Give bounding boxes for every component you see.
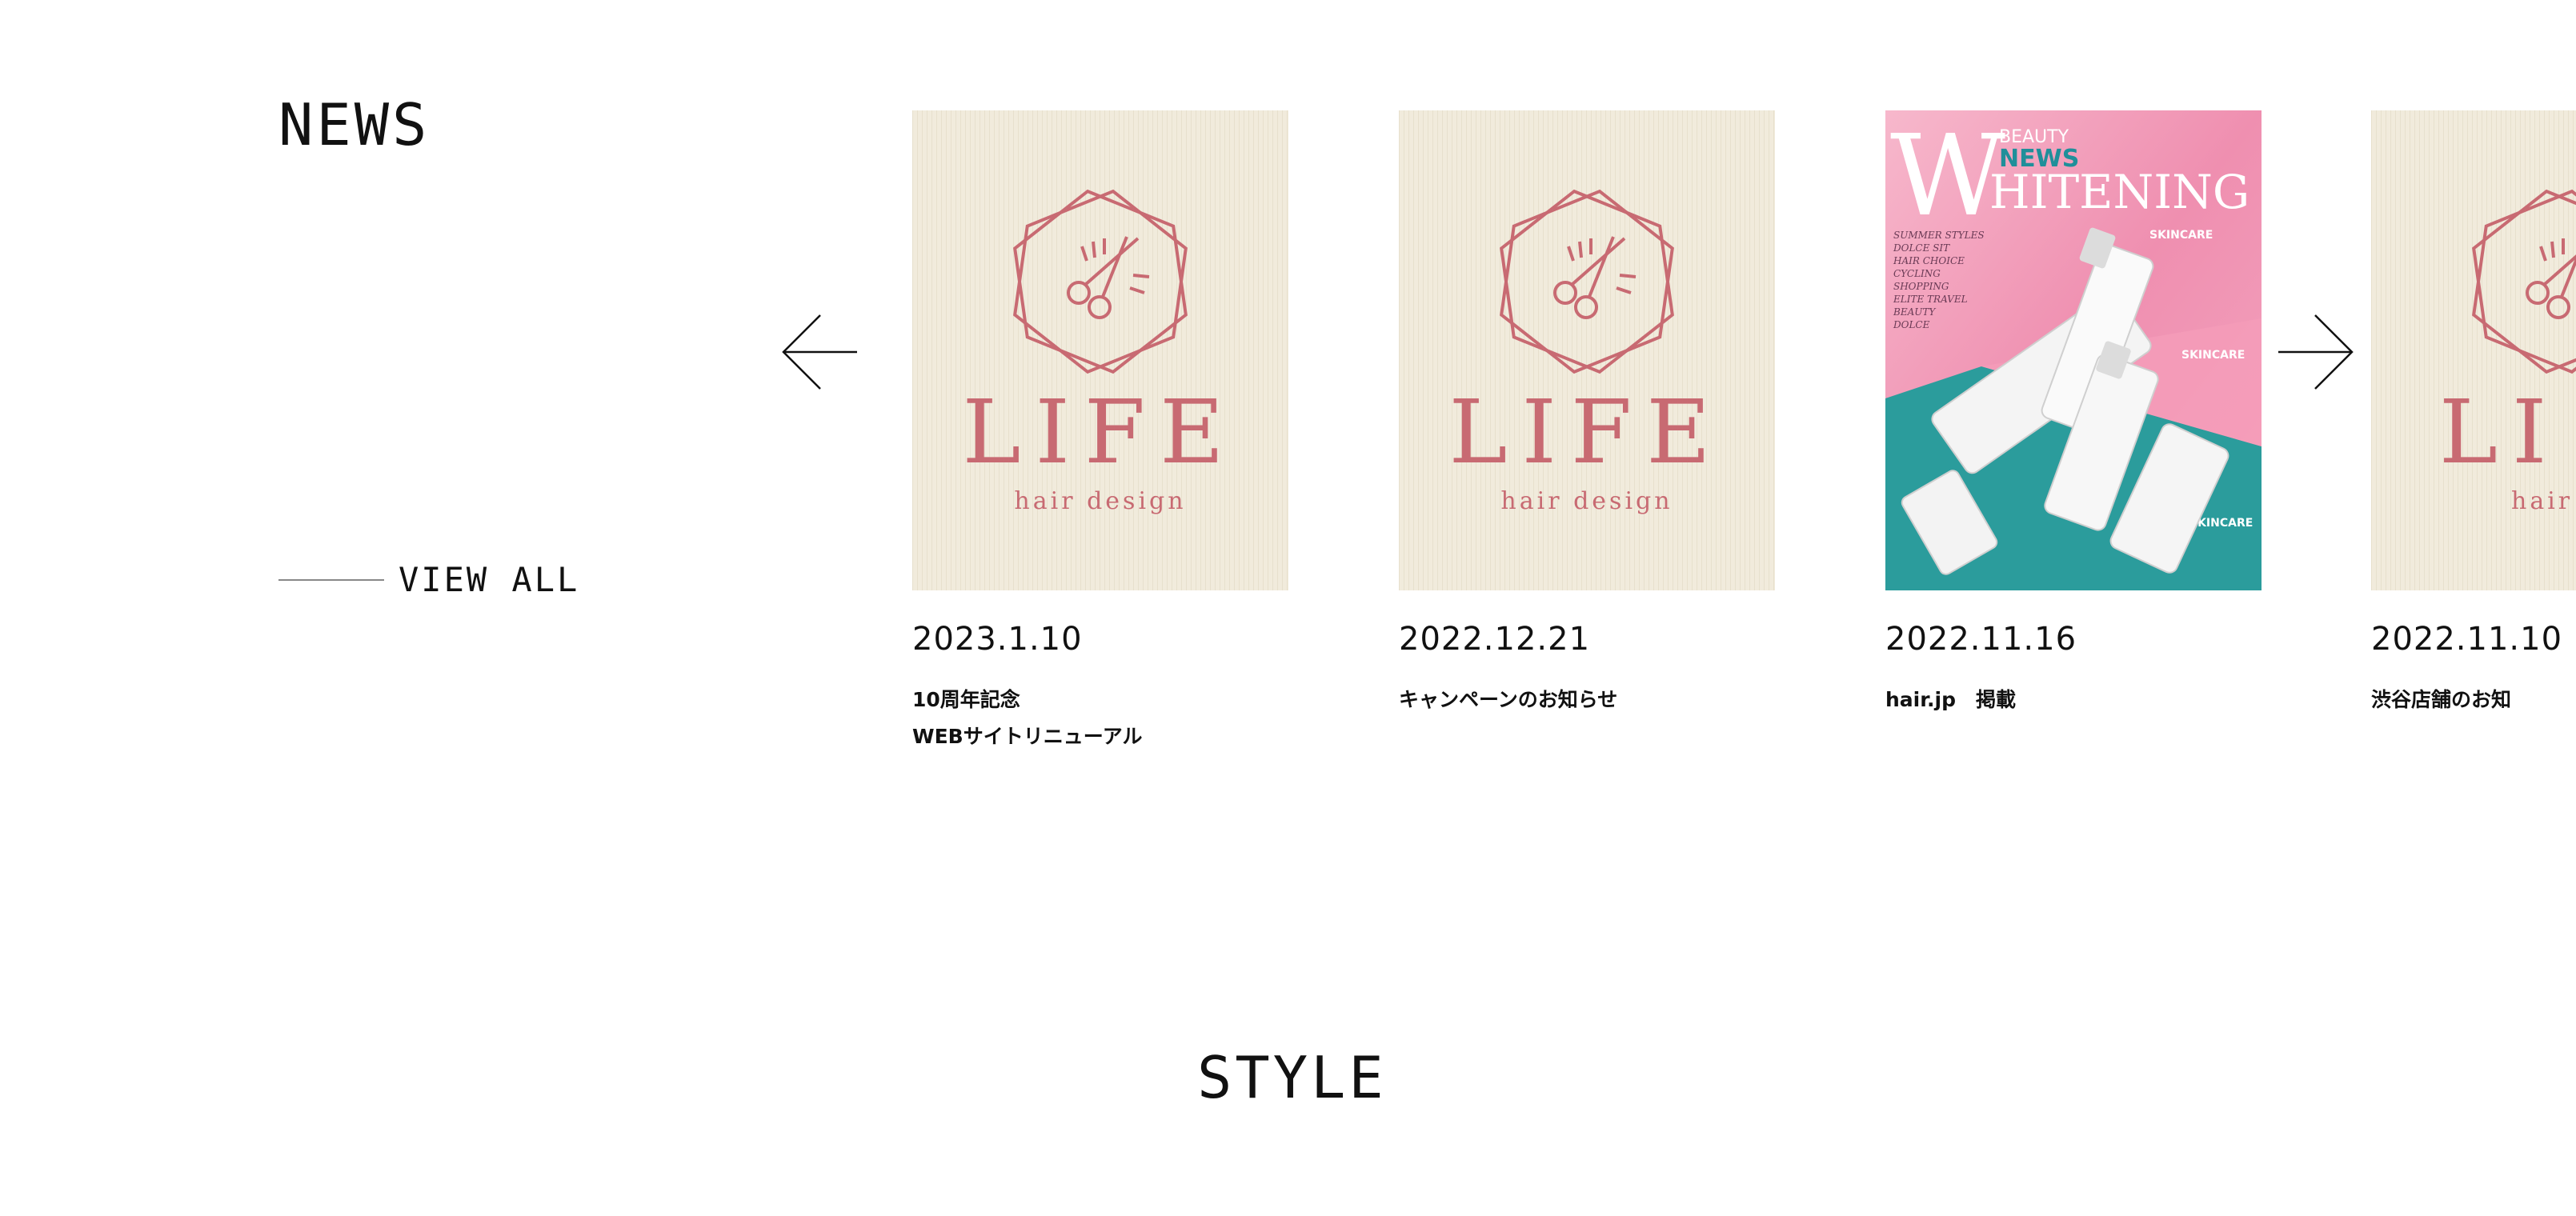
magazine-side-item: ELITE TRAVEL	[1893, 294, 1968, 305]
news-section-title: NEWS	[278, 91, 431, 158]
news-description-line: 渋谷店舗のお知	[2371, 688, 2512, 711]
view-all-link[interactable]: VIEW ALL	[278, 560, 579, 599]
logo-sub: hair de	[2511, 487, 2576, 515]
news-date: 2023.1.10	[912, 621, 1083, 658]
magazine-headline: HITENING	[1989, 165, 2249, 219]
logo-brand: LIFE	[1448, 381, 1725, 483]
magazine-side-item: DOLCE	[1893, 319, 1930, 330]
view-all-label: VIEW ALL	[399, 560, 580, 599]
arrow-left-icon[interactable]	[780, 312, 860, 392]
news-description: キャンペーンのお知らせ	[1399, 682, 1775, 718]
news-date: 2022.11.10	[2371, 621, 2563, 658]
news-description-line: キャンペーンのお知らせ	[1399, 688, 1618, 711]
news-card[interactable]: W BEAUTY NEWS HITENING SUMMER STYLES DOL…	[1885, 110, 2262, 718]
news-page: NEWS VIEW ALL LIFE hair design 2023.1.10…	[0, 0, 2576, 1216]
news-date: 2022.11.16	[1885, 621, 2077, 658]
magazine-side-item: DOLCE SIT	[1893, 242, 1950, 254]
magazine-side-item: CYCLING	[1893, 268, 1941, 279]
news-description-line: 10周年記念	[912, 688, 1020, 711]
magazine-side-item: HAIR CHOICE	[1893, 255, 1965, 266]
logo-sub: hair design	[1014, 487, 1186, 515]
news-thumbnail-magazine: W BEAUTY NEWS HITENING SUMMER STYLES DOL…	[1885, 110, 2262, 590]
magazine-side-item: SHOPPING	[1893, 281, 1949, 292]
news-thumbnail-logo: LIFE hair design	[912, 110, 1288, 590]
arrow-right-icon[interactable]	[2275, 312, 2355, 392]
magazine-tag: SKINCARE	[2181, 349, 2245, 362]
news-description-line: hair.jp 掲載	[1885, 688, 2016, 711]
news-description: hair.jp 掲載	[1885, 682, 2262, 718]
logo-sub: hair design	[1500, 487, 1673, 515]
news-description: 渋谷店舗のお知	[2371, 682, 2576, 718]
magazine-tag: SKINCARE	[2149, 229, 2213, 242]
logo-brand: LIFE	[962, 381, 1238, 483]
news-date: 2022.12.21	[1399, 621, 1591, 658]
news-card[interactable]: LIFE hair design 2022.12.21 キャンペーンのお知らせ	[1399, 110, 1775, 718]
style-section-title: STYLE	[1197, 1044, 1387, 1111]
view-all-line	[278, 578, 384, 581]
news-description: 10周年記念 WEBサイトリニューアル	[912, 682, 1288, 755]
news-thumbnail-logo: LIFE hair design	[1399, 110, 1775, 590]
news-card[interactable]: LI hair de 2022.11.10 渋谷店舗のお知	[2371, 110, 2576, 718]
magazine-side-item: BEAUTY	[1893, 306, 1936, 318]
magazine-big-letter: W	[1890, 111, 2005, 242]
news-card[interactable]: LIFE hair design 2023.1.10 10周年記念 WEBサイト…	[912, 110, 1288, 755]
logo-brand: LI	[2439, 381, 2562, 483]
magazine-side-item: SUMMER STYLES	[1893, 230, 1985, 241]
news-description-line: WEBサイトリニューアル	[912, 725, 1143, 748]
news-thumbnail-logo: LI hair de	[2371, 110, 2576, 590]
